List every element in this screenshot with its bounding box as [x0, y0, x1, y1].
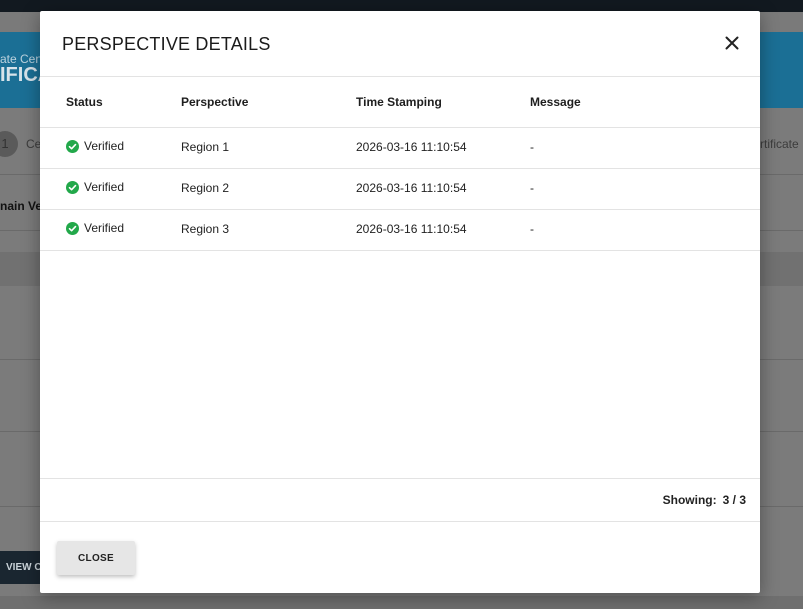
perspective-details-dialog: PERSPECTIVE DETAILS Status Perspective T…	[40, 11, 760, 593]
column-header-status: Status	[66, 95, 103, 109]
table-header: Status Perspective Time Stamping Message	[40, 77, 760, 128]
showing-label: Showing:	[662, 493, 717, 507]
close-icon[interactable]	[724, 35, 740, 51]
showing-value: 3 / 3	[722, 493, 746, 507]
dialog-actions: CLOSE	[40, 521, 760, 594]
close-button[interactable]: CLOSE	[57, 541, 135, 575]
perspective-cell: Region 2	[181, 181, 230, 195]
table-body: Verified Region 1 2026-03-16 11:10:54 - …	[40, 128, 760, 251]
dialog-header: PERSPECTIVE DETAILS	[40, 11, 760, 77]
section-title: nain Ve	[0, 199, 43, 213]
status-text: Verified	[84, 139, 125, 153]
column-header-message: Message	[530, 95, 581, 109]
table-row: Verified Region 1 2026-03-16 11:10:54 -	[40, 128, 760, 169]
status-text: Verified	[84, 221, 125, 235]
dialog-title: PERSPECTIVE DETAILS	[62, 34, 271, 54]
status-cell: Verified	[66, 139, 124, 153]
step-label-right: rtificate	[760, 137, 799, 151]
status-text: Verified	[84, 180, 125, 194]
pagination-count: Showing: 3 / 3	[663, 493, 746, 507]
view-button: VIEW C	[0, 551, 44, 584]
time-stamp-cell: 2026-03-16 11:10:54	[356, 222, 467, 236]
time-stamp-cell: 2026-03-16 11:10:54	[356, 181, 467, 195]
table-footer: Showing: 3 / 3	[40, 478, 760, 522]
table-row: Verified Region 3 2026-03-16 11:10:54 -	[40, 210, 760, 251]
table-row: Verified Region 2 2026-03-16 11:10:54 -	[40, 169, 760, 210]
status-cell: Verified	[66, 180, 124, 194]
check-circle-icon	[66, 139, 79, 153]
column-header-time-stamping: Time Stamping	[356, 95, 442, 109]
column-header-perspective: Perspective	[181, 95, 249, 109]
time-stamp-cell: 2026-03-16 11:10:54	[356, 140, 467, 154]
perspective-cell: Region 3	[181, 222, 230, 236]
bottom-strip	[0, 596, 803, 609]
check-circle-icon	[66, 180, 79, 194]
message-cell: -	[530, 181, 534, 195]
message-cell: -	[530, 140, 534, 154]
perspective-cell: Region 1	[181, 140, 230, 154]
status-cell: Verified	[66, 221, 124, 235]
message-cell: -	[530, 222, 534, 236]
check-circle-icon	[66, 221, 79, 235]
